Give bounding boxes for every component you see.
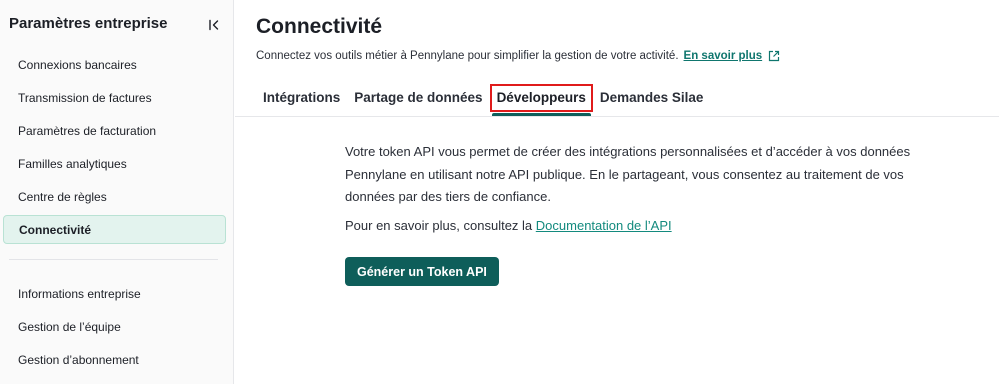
- tabs-divider: [235, 116, 999, 117]
- learn-more-link[interactable]: En savoir plus: [684, 50, 781, 62]
- sidebar-title: Paramètres entreprise: [9, 15, 168, 32]
- page-title: Connectivité: [256, 15, 383, 38]
- tab-integrations[interactable]: Intégrations: [256, 84, 347, 116]
- tab-label: Développeurs: [496, 90, 586, 105]
- sidebar-item-gestion-equipe[interactable]: Gestion de l’équipe: [3, 312, 226, 341]
- settings-sidebar: Paramètres entreprise Connexions bancair…: [0, 0, 234, 384]
- sidebar-item-label: Gestion de l’équipe: [18, 319, 121, 334]
- collapse-left-icon[interactable]: [204, 15, 224, 35]
- tab-developpeurs[interactable]: Développeurs: [489, 84, 593, 116]
- subtitle-text: Connectez vos outils métier à Pennylane …: [256, 50, 679, 62]
- sidebar-item-gestion-abonnement[interactable]: Gestion d’abonnement: [3, 345, 226, 374]
- page-subtitle: Connectez vos outils métier à Pennylane …: [256, 50, 780, 62]
- sidebar-item-transmission-factures[interactable]: Transmission de factures: [3, 83, 226, 112]
- sidebar-item-label: Gestion d’abonnement: [18, 352, 139, 367]
- tabs-bar: Intégrations Partage de données Développ…: [256, 84, 710, 116]
- tab-label: Intégrations: [263, 90, 341, 105]
- learn-more-label: En savoir plus: [683, 50, 763, 62]
- sidebar-item-parametres-facturation[interactable]: Paramètres de facturation: [3, 116, 226, 145]
- sidebar-item-informations-entreprise[interactable]: Informations entreprise: [3, 279, 226, 308]
- tab-demandes-silae[interactable]: Demandes Silae: [593, 84, 711, 116]
- tab-partage-donnees[interactable]: Partage de données: [347, 84, 489, 116]
- sidebar-item-connexions-bancaires[interactable]: Connexions bancaires: [3, 50, 226, 79]
- sidebar-item-label: Paramètres de facturation: [18, 123, 157, 138]
- sidebar-item-label: Connexions bancaires: [18, 57, 137, 72]
- tab-label: Partage de données: [354, 90, 483, 105]
- sidebar-item-familles-analytiques[interactable]: Familles analytiques: [3, 149, 226, 178]
- sidebar-item-label: Familles analytiques: [18, 156, 127, 171]
- sidebar-item-label: Centre de règles: [18, 189, 107, 204]
- documentation-prefix: Pour en savoir plus, consultez la: [345, 217, 533, 233]
- sidebar-item-label: Transmission de factures: [18, 90, 152, 105]
- sidebar-item-label: Connectivité: [19, 222, 92, 237]
- developers-description: Votre token API vous permet de créer des…: [345, 144, 911, 204]
- api-documentation-link[interactable]: Documentation de l’API: [536, 218, 672, 233]
- sidebar-item-label: Informations entreprise: [18, 286, 141, 301]
- documentation-line: Pour en savoir plus, consultez la Docume…: [345, 216, 955, 236]
- main-content: Connectivité Connectez vos outils métier…: [235, 0, 999, 384]
- tab-label: Demandes Silae: [599, 90, 704, 105]
- sidebar-header: Paramètres entreprise: [9, 15, 224, 35]
- developers-panel: Votre token API vous permet de créer des…: [345, 141, 955, 236]
- sidebar-item-connectivite[interactable]: Connectivité: [3, 215, 226, 244]
- sidebar-item-centre-regles[interactable]: Centre de règles: [3, 182, 226, 211]
- external-link-icon: [769, 50, 780, 62]
- sidebar-divider: [9, 259, 218, 260]
- generate-token-button[interactable]: Générer un Token API: [345, 257, 499, 286]
